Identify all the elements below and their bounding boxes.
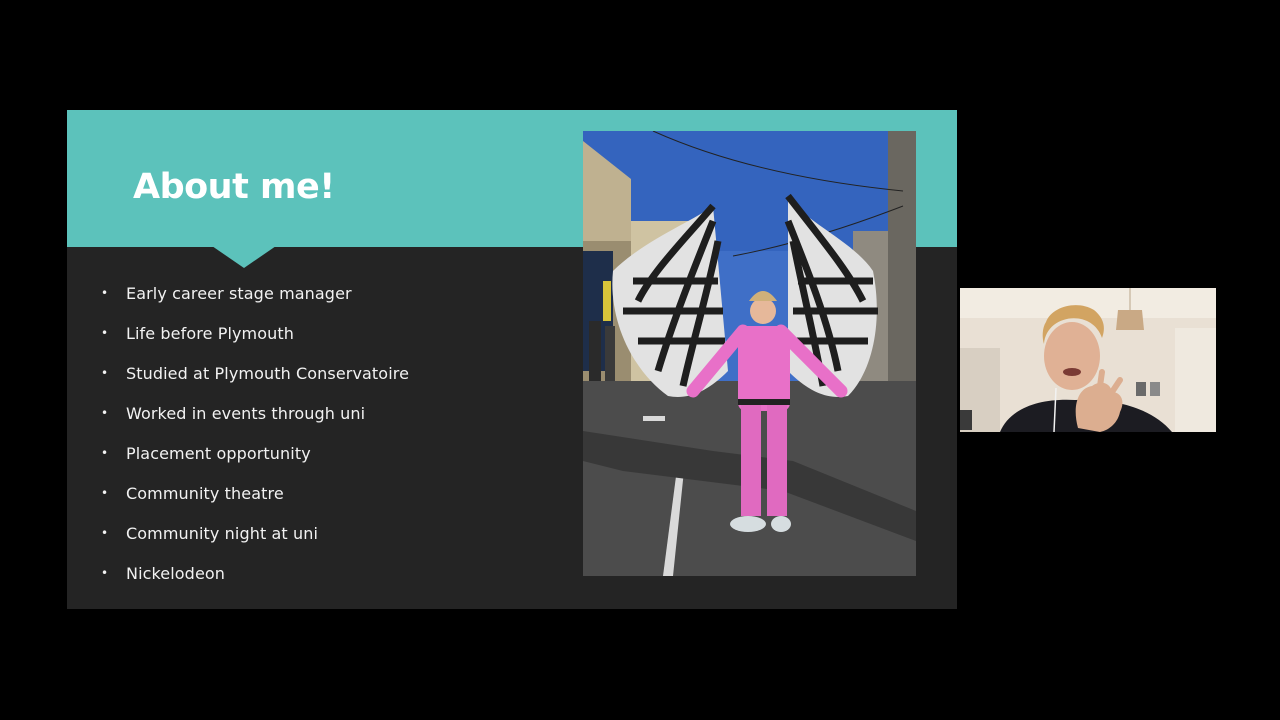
bullet-text: Community theatre [126,483,284,503]
bullet-dot: • [101,406,109,420]
bullet-dot: • [101,526,109,540]
bullet-text: Studied at Plymouth Conservatoire [126,363,410,383]
bullet-text: Community night at uni [126,523,319,543]
bullet-dot: • [101,446,109,460]
photo-illustration [583,131,916,576]
bullet-dot: • [101,366,109,380]
bullet-list: • Early career stage manager • Life before… [97,273,409,593]
bullet-text: Early career stage manager [126,283,352,303]
bullet-text: Placement opportunity [126,443,311,463]
screen: About me! • Early career stage manager • L… [0,0,1280,720]
bullet-dot: • [101,286,109,300]
bullet-item: • Life before Plymouth [97,313,409,353]
bullet-item: • Early career stage manager [97,273,409,313]
presentation-slide: About me! • Early career stage manager • L… [67,110,957,609]
bullet-text: Nickelodeon [126,563,226,583]
bullet-item: • Studied at Plymouth Conservatoire [97,353,409,393]
bullet-item: • Nickelodeon [97,553,409,593]
bullet-item: • Worked in events through uni [97,393,409,433]
bullet-text: Worked in events through uni [126,403,366,423]
bullet-item: • Community night at uni [97,513,409,553]
participant-video-feed [960,288,1216,432]
bullet-dot: • [101,326,109,340]
webcam-tile [960,288,1216,432]
bullet-dot: • [101,566,109,580]
bullet-dot: • [101,486,109,500]
bullet-text: Life before Plymouth [126,323,294,343]
slide-photo [583,131,916,576]
bullet-item: • Community theatre [97,473,409,513]
bullet-item: • Placement opportunity [97,433,409,473]
slide-title: About me! [133,167,335,207]
slide-header-notch [212,246,276,268]
